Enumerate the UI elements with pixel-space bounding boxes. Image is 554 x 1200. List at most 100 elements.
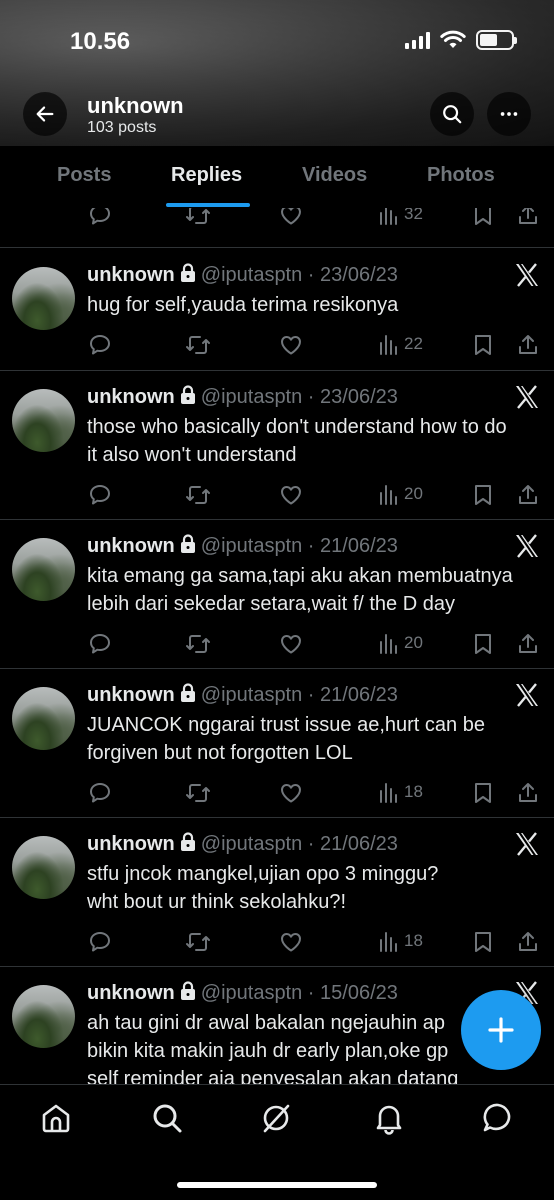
profile-name: unknown: [87, 93, 184, 118]
reply-button[interactable]: [88, 632, 112, 656]
chat-bubble-icon: [483, 1103, 511, 1132]
avatar[interactable]: [12, 836, 75, 899]
bell-icon: [376, 1105, 402, 1135]
author-handle: @iputasptn: [200, 535, 303, 557]
compose-post-button[interactable]: [461, 990, 541, 1070]
lock-icon: [180, 832, 195, 851]
views-bar-chart-icon: [380, 335, 397, 355]
reply-button[interactable]: [88, 930, 112, 954]
post-actions: 20: [0, 632, 554, 662]
like-button[interactable]: [279, 930, 303, 954]
post-date: 21/06/23: [320, 833, 398, 855]
reply-post[interactable]: unknown @iputasptn · 23/06/23 hug for sel…: [0, 249, 554, 371]
messages-nav-button[interactable]: [481, 1101, 515, 1140]
grok-icon: [263, 1104, 290, 1133]
author-name[interactable]: unknown: [87, 386, 175, 408]
home-nav-button[interactable]: [39, 1101, 73, 1140]
reply-icon: [90, 335, 110, 355]
avatar[interactable]: [12, 538, 75, 601]
tab-photos[interactable]: Photos: [427, 164, 495, 187]
bookmark-icon: [475, 932, 491, 952]
tab-replies[interactable]: Replies: [171, 164, 242, 187]
views-button[interactable]: 18: [378, 781, 423, 803]
post-date: 21/06/23: [320, 535, 398, 557]
bookmark-button[interactable]: [472, 632, 494, 656]
reply-post[interactable]: unknown @iputasptn · 21/06/23 stfu jncok …: [0, 818, 554, 967]
reply-button[interactable]: [88, 208, 112, 227]
reply-button[interactable]: [88, 333, 112, 357]
repost-button[interactable]: [185, 930, 211, 954]
explore-nav-button[interactable]: [150, 1101, 184, 1140]
views-button[interactable]: 22: [378, 333, 423, 355]
share-icon: [519, 932, 537, 951]
share-button[interactable]: [516, 208, 540, 227]
share-button[interactable]: [516, 781, 540, 805]
share-button[interactable]: [516, 483, 540, 507]
repost-button[interactable]: [185, 333, 211, 357]
bookmark-button[interactable]: [472, 333, 494, 357]
like-button[interactable]: [279, 333, 303, 357]
repost-button[interactable]: [185, 483, 211, 507]
repost-button[interactable]: [185, 208, 211, 227]
author-name[interactable]: unknown: [87, 684, 175, 706]
heart-icon: [281, 336, 301, 355]
avatar[interactable]: [12, 985, 75, 1048]
author-handle: @iputasptn: [200, 833, 303, 855]
bookmark-button[interactable]: [472, 208, 494, 227]
search-icon: [153, 1104, 182, 1133]
avatar[interactable]: [12, 687, 75, 750]
author-name[interactable]: unknown: [87, 264, 175, 286]
share-button[interactable]: [516, 333, 540, 357]
bookmark-button[interactable]: [472, 930, 494, 954]
views-button[interactable]: 20: [378, 483, 423, 505]
repost-button[interactable]: [185, 781, 211, 805]
share-icon: [519, 783, 537, 802]
battery-icon: [476, 30, 517, 50]
bookmark-button[interactable]: [472, 781, 494, 805]
author-name[interactable]: unknown: [87, 535, 175, 557]
post-date: 23/06/23: [320, 386, 398, 408]
like-button[interactable]: [279, 483, 303, 507]
post-text: JUANCOK nggarai trust issue ae,hurt can …: [87, 711, 542, 767]
tab-posts[interactable]: Posts: [57, 164, 111, 187]
views-button[interactable]: 18: [378, 930, 423, 952]
post-actions: 20: [0, 483, 554, 513]
like-button[interactable]: [279, 632, 303, 656]
bookmark-button[interactable]: [472, 483, 494, 507]
lock-icon: [180, 263, 195, 282]
separator-dot: ·: [302, 535, 321, 557]
share-button[interactable]: [516, 632, 540, 656]
avatar[interactable]: [12, 389, 75, 452]
post-date: 15/06/23: [320, 982, 398, 1004]
repost-button[interactable]: [185, 632, 211, 656]
lock-icon: [180, 683, 195, 702]
grok-nav-button[interactable]: [259, 1101, 293, 1140]
bookmark-icon: [475, 634, 491, 654]
like-button[interactable]: [279, 208, 303, 227]
share-button[interactable]: [516, 930, 540, 954]
views-bar-chart-icon: [380, 634, 397, 654]
views-button[interactable]: 32: [378, 208, 423, 225]
retweet-icon: [186, 208, 210, 224]
status-time: 10.56: [70, 28, 131, 55]
heart-icon: [281, 933, 301, 952]
reply-post[interactable]: unknown @iputasptn · 23/06/23 those who b…: [0, 371, 554, 520]
notifications-nav-button[interactable]: [372, 1101, 406, 1140]
back-button[interactable]: [23, 92, 67, 136]
reply-button[interactable]: [88, 483, 112, 507]
tab-videos[interactable]: Videos: [302, 164, 367, 187]
post-header: unknown @iputasptn · 21/06/23: [87, 683, 398, 707]
avatar[interactable]: [12, 267, 75, 330]
author-name[interactable]: unknown: [87, 833, 175, 855]
like-button[interactable]: [279, 781, 303, 805]
more-options-button[interactable]: [487, 92, 531, 136]
reply-post[interactable]: unknown @iputasptn · 21/06/23 JUANCOK ngg…: [0, 669, 554, 818]
reply-button[interactable]: [88, 781, 112, 805]
post-actions: 18: [0, 930, 554, 960]
reply-post[interactable]: unknown @iputasptn · 21/06/23 kita emang …: [0, 520, 554, 669]
views-button[interactable]: 20: [378, 632, 423, 654]
search-button[interactable]: [430, 92, 474, 136]
author-name[interactable]: unknown: [87, 982, 175, 1004]
post-text-line: it also won't understand: [87, 444, 297, 466]
post-header: unknown @iputasptn · 23/06/23: [87, 385, 398, 409]
